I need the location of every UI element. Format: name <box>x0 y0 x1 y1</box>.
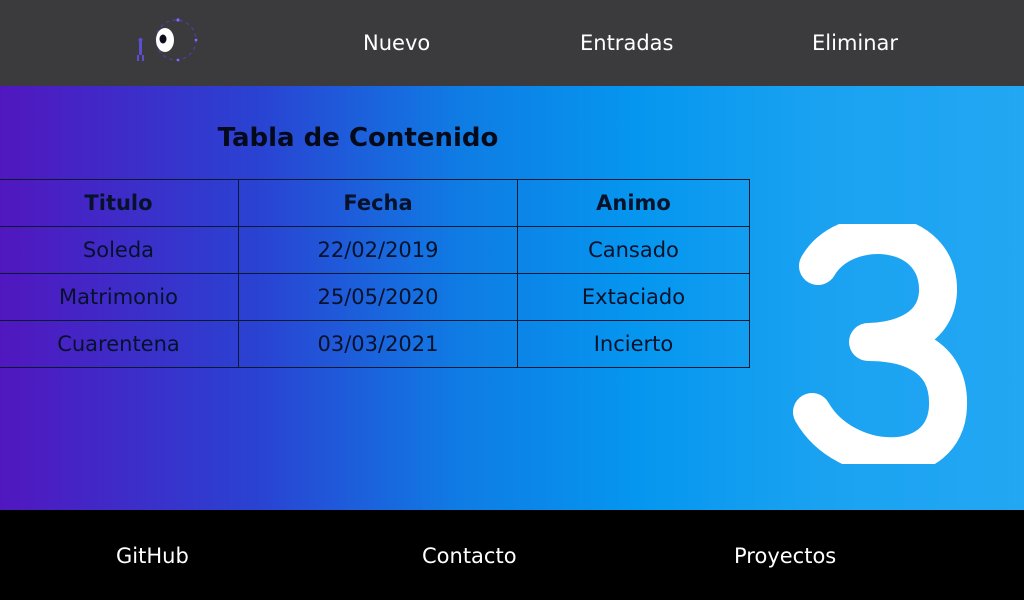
content-table: Titulo Fecha Animo Soleda 22/02/2019 Can… <box>0 179 750 368</box>
table-title: Tabla de Contenido <box>217 123 499 153</box>
top-navbar: Nuevo Entradas Eliminar <box>0 0 1024 86</box>
footer-link-proyectos[interactable]: Proyectos <box>734 543 836 569</box>
logo-icon[interactable] <box>130 16 202 66</box>
nav-link-nuevo[interactable]: Nuevo <box>363 30 430 56</box>
table-cell-fecha: 03/03/2021 <box>238 320 518 368</box>
table-header-row: Titulo Fecha Animo <box>0 179 750 227</box>
column-header-fecha: Fecha <box>238 179 518 227</box>
footer: GitHub Contacto Proyectos <box>0 510 1024 600</box>
footer-link-github[interactable]: GitHub <box>116 543 189 569</box>
table-cell-animo: Extaciado <box>517 273 750 321</box>
table-cell-titulo: Cuarentena <box>0 320 239 368</box>
table-row: Soleda 22/02/2019 Cansado <box>0 226 750 274</box>
table-cell-fecha: 25/05/2020 <box>238 273 518 321</box>
nav-link-entradas[interactable]: Entradas <box>580 30 673 56</box>
table-row: Cuarentena 03/03/2021 Incierto <box>0 320 750 368</box>
table-cell-animo: Cansado <box>517 226 750 274</box>
table-row: Matrimonio 25/05/2020 Extaciado <box>0 273 750 321</box>
table-cell-animo: Incierto <box>517 320 750 368</box>
entry-count-number <box>793 224 967 464</box>
table-cell-titulo: Matrimonio <box>0 273 239 321</box>
table-cell-titulo: Soleda <box>0 226 239 274</box>
column-header-titulo: Titulo <box>0 179 239 227</box>
column-header-animo: Animo <box>517 179 750 227</box>
main-content: Tabla de Contenido Titulo Fecha Animo So… <box>0 86 1024 510</box>
nav-link-eliminar[interactable]: Eliminar <box>812 30 898 56</box>
table-cell-fecha: 22/02/2019 <box>238 226 518 274</box>
footer-link-contacto[interactable]: Contacto <box>422 543 517 569</box>
